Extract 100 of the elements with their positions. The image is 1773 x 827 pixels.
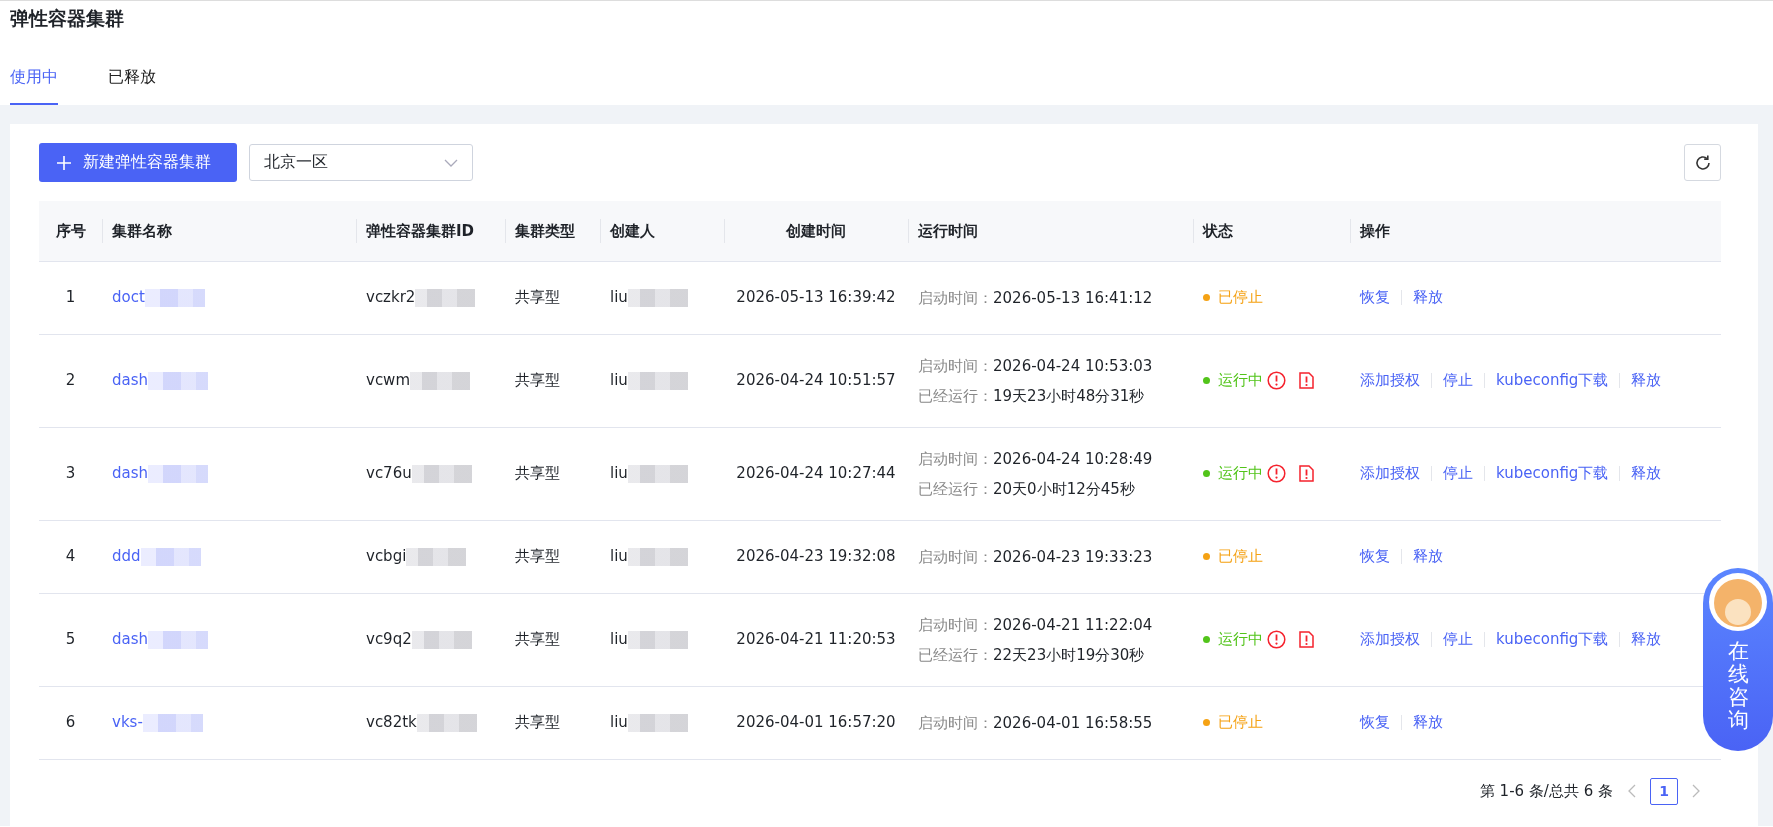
column-header: 创建人 <box>600 201 724 261</box>
row-number: 6 <box>65 713 76 732</box>
cluster-name-link[interactable]: dash <box>112 464 149 483</box>
created-time: 2026-04-24 10:27:44 <box>736 464 896 483</box>
runtime-label: 启动时间： <box>918 615 993 634</box>
runtime-value: 2026-04-01 16:58:55 <box>993 713 1153 732</box>
cluster-name-link[interactable]: ddd <box>112 547 141 566</box>
redaction-blur <box>627 371 688 390</box>
status-label: 运行中 <box>1218 463 1263 485</box>
status-label: 已停止 <box>1218 712 1263 734</box>
row-number: 4 <box>65 547 76 566</box>
status-label: 运行中 <box>1218 370 1263 392</box>
cluster-type: 共享型 <box>515 630 560 649</box>
page-title: 弹性容器集群 <box>9 6 125 31</box>
cluster-type: 共享型 <box>515 288 560 307</box>
created-time: 2026-05-13 16:39:42 <box>736 288 896 307</box>
cluster-name-link[interactable]: doct <box>112 288 145 307</box>
warning-circle-icon[interactable] <box>1267 464 1286 483</box>
redaction-blur <box>406 547 467 566</box>
creator-name: liu <box>610 630 628 649</box>
runtime-value: 2026-04-24 10:28:49 <box>993 449 1153 468</box>
status-label: 运行中 <box>1218 629 1263 651</box>
runtime-value: 19天23小时48分31秒 <box>993 386 1145 405</box>
chat-widget-button[interactable]: 在线咨询 <box>1703 568 1773 751</box>
cluster-id: vc82tk <box>366 713 417 732</box>
runtime-label: 启动时间： <box>918 547 993 566</box>
runtime-label: 启动时间： <box>918 713 993 732</box>
column-header: 集群名称 <box>102 201 356 261</box>
action-link[interactable]: 恢复 <box>1360 545 1390 568</box>
redaction-blur <box>144 288 205 307</box>
redaction-blur <box>415 288 476 307</box>
create-button[interactable]: 新建弹性容器集群 <box>39 143 237 182</box>
warning-circle-icon[interactable] <box>1267 630 1286 649</box>
redaction-blur <box>627 464 688 483</box>
action-link[interactable]: kubeconfig下载 <box>1496 462 1609 485</box>
redaction-blur <box>142 713 203 732</box>
action-link[interactable]: 释放 <box>1413 286 1443 309</box>
creator-name: liu <box>610 547 628 566</box>
action-link[interactable]: 释放 <box>1631 462 1662 485</box>
creator-name: liu <box>610 464 628 483</box>
cluster-name-link[interactable]: vks- <box>112 713 143 732</box>
action-link[interactable]: 释放 <box>1413 711 1443 734</box>
runtime-label: 已经运行： <box>918 386 993 405</box>
action-link[interactable]: 恢复 <box>1360 286 1390 309</box>
cluster-id: vc76u <box>366 464 412 483</box>
cluster-name-link[interactable]: dash <box>112 371 149 390</box>
runtime-label: 已经运行： <box>918 479 993 498</box>
action-link[interactable]: 停止 <box>1443 462 1473 485</box>
refresh-button[interactable] <box>1684 144 1721 181</box>
region-select[interactable]: 北京一区 <box>249 144 473 181</box>
action-link[interactable]: 释放 <box>1413 545 1443 568</box>
row-number: 3 <box>65 464 76 483</box>
runtime-value: 2026-04-23 19:33:23 <box>993 547 1153 566</box>
document-alert-icon[interactable] <box>1299 631 1314 648</box>
action-link[interactable]: 停止 <box>1443 369 1473 392</box>
redaction-blur <box>140 547 201 566</box>
chevron-down-icon <box>444 158 458 167</box>
refresh-icon <box>1693 153 1712 172</box>
action-link[interactable]: 释放 <box>1631 628 1662 651</box>
column-header: 创建时间 <box>724 201 908 261</box>
cluster-name-link[interactable]: dash <box>112 630 149 649</box>
warning-circle-icon[interactable] <box>1267 371 1286 390</box>
redaction-blur <box>627 288 688 307</box>
redaction-blur <box>416 713 477 732</box>
created-time: 2026-04-21 11:20:53 <box>736 630 896 649</box>
cluster-id: vcwm <box>366 371 410 390</box>
runtime-label: 启动时间： <box>918 288 993 307</box>
status-label: 已停止 <box>1218 546 1263 568</box>
cluster-type: 共享型 <box>515 464 560 483</box>
action-link[interactable]: 释放 <box>1631 369 1662 392</box>
action-link[interactable]: kubeconfig下载 <box>1496 369 1609 392</box>
created-time: 2026-04-01 16:57:20 <box>736 713 896 732</box>
created-time: 2026-04-23 19:32:08 <box>736 547 896 566</box>
cluster-type: 共享型 <box>515 371 560 390</box>
redaction-blur <box>148 630 209 649</box>
action-link[interactable]: 停止 <box>1443 628 1473 651</box>
runtime-label: 启动时间： <box>918 356 993 375</box>
action-link[interactable]: 恢复 <box>1360 711 1390 734</box>
row-number: 1 <box>65 288 76 307</box>
page-button[interactable]: 1 <box>1650 777 1678 805</box>
status-label: 已停止 <box>1218 287 1263 309</box>
cluster-id: vc9q2 <box>366 630 412 649</box>
row-number: 2 <box>65 371 76 390</box>
runtime-value: 2026-04-24 10:53:03 <box>993 356 1153 375</box>
redaction-blur <box>627 713 688 732</box>
cluster-id: vcbgi <box>366 547 407 566</box>
redaction-blur <box>148 371 209 390</box>
action-link[interactable]: 添加授权 <box>1360 369 1420 392</box>
action-link[interactable]: 添加授权 <box>1360 628 1420 651</box>
cluster-type: 共享型 <box>515 713 560 732</box>
document-alert-icon[interactable] <box>1299 465 1314 482</box>
runtime-value: 2026-05-13 16:41:12 <box>993 288 1153 307</box>
runtime-value: 2026-04-21 11:22:04 <box>993 615 1153 634</box>
action-link[interactable]: kubeconfig下载 <box>1496 628 1609 651</box>
tab[interactable]: 已释放 <box>108 65 156 105</box>
column-header: 状态 <box>1193 201 1350 261</box>
creator-name: liu <box>610 288 628 307</box>
document-alert-icon[interactable] <box>1299 372 1314 389</box>
redaction-blur <box>627 630 688 649</box>
action-link[interactable]: 添加授权 <box>1360 462 1420 485</box>
